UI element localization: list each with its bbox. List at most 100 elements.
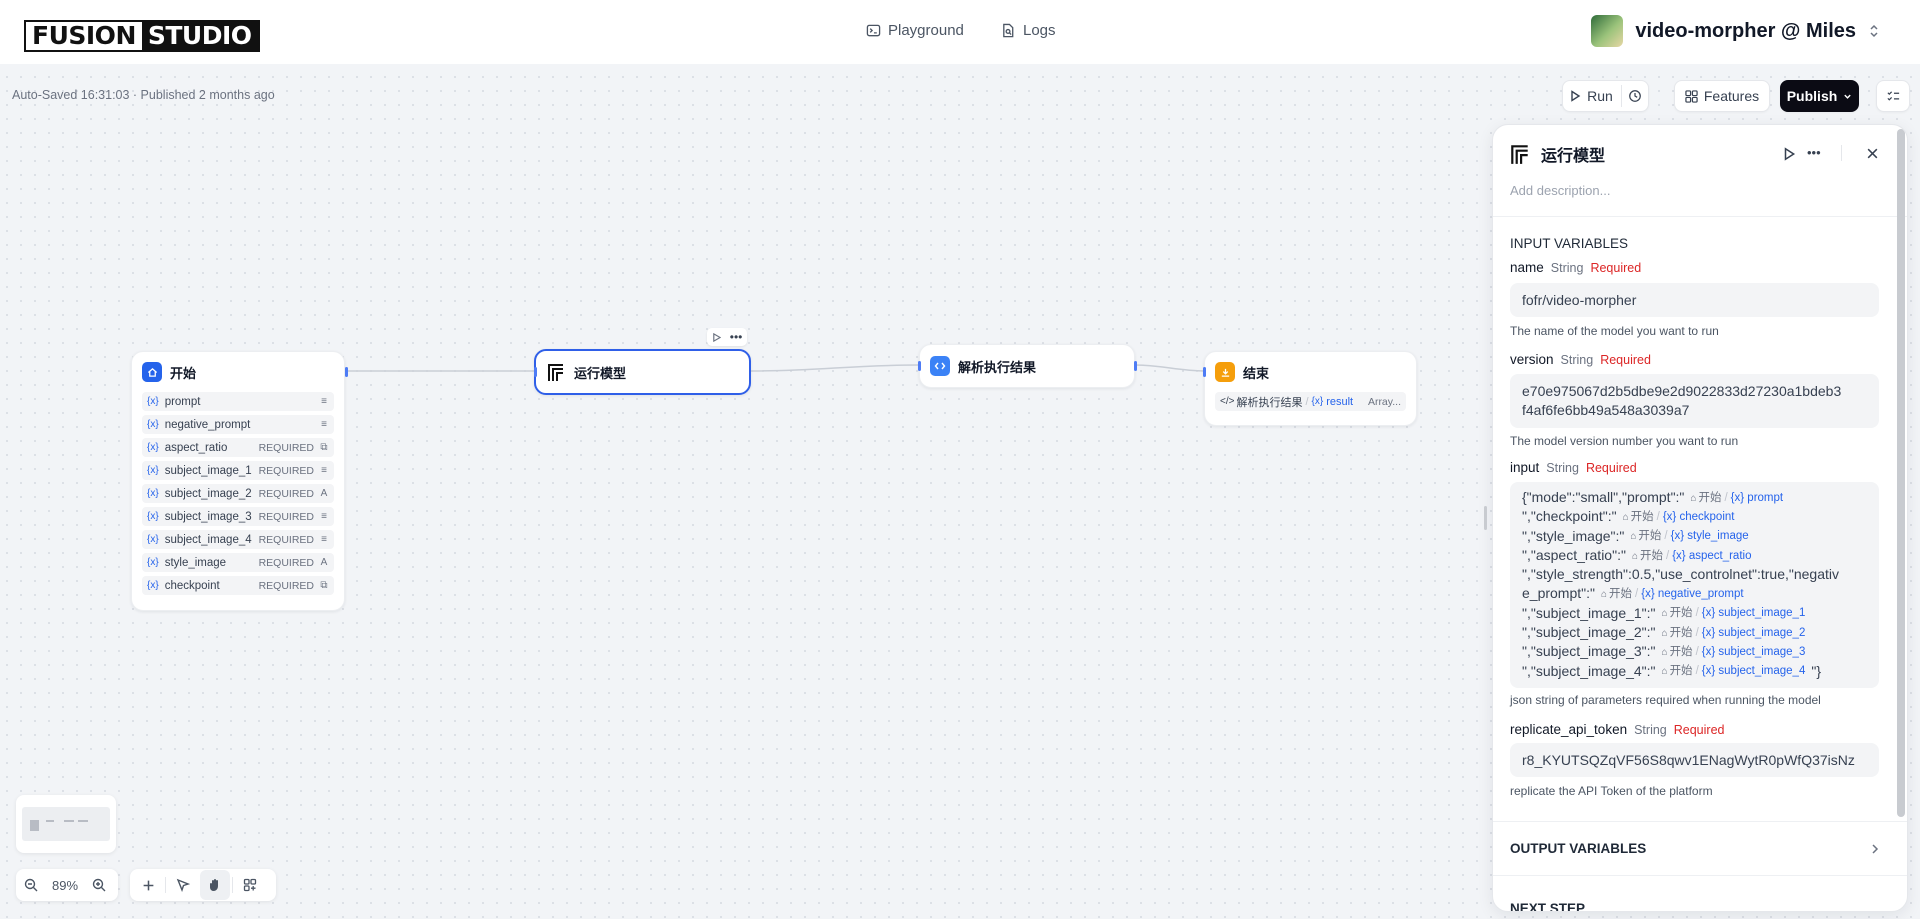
variable-icon: {x} (147, 511, 159, 522)
start-variable-row: {x} subject_image_4 REQUIRED ≡ (142, 530, 334, 549)
type-icon: ≡ (321, 465, 327, 476)
json-line: ","subject_image_4":" ⌂ 开始 / {x} subject_ima… (1522, 662, 1867, 681)
run-node-icon[interactable] (1782, 147, 1796, 161)
variable-tag[interactable]: ⌂ 开始 / {x} subject_image_1 (1662, 604, 1806, 623)
replicate-logo-icon (548, 364, 563, 381)
field-input-editor[interactable]: {"mode":"small","prompt":" ⌂ 开始 / {x} prompt… (1510, 482, 1879, 688)
variable-icon: {x} (147, 580, 159, 591)
field-version-description: The model version number you want to run (1510, 434, 1739, 448)
variable-tag[interactable]: ⌂ 开始 / {x} subject_image_3 (1662, 643, 1806, 662)
play-icon[interactable] (712, 332, 721, 342)
variable-icon: {x} (147, 419, 159, 430)
minimap-node (46, 820, 54, 822)
start-variable-row: {x} negative_prompt ≡ (142, 415, 334, 434)
json-line: ","subject_image_2":" ⌂ 开始 / {x} subject_ima… (1522, 623, 1867, 642)
divider (232, 877, 233, 893)
type-icon: A (320, 557, 328, 568)
input-variables-header: INPUT VARIABLES (1510, 236, 1629, 251)
zoom-level[interactable]: 89% (46, 878, 84, 893)
edge-run-parse (750, 364, 920, 372)
variable-tag[interactable]: ⌂ 开始 / {x} subject_image_2 (1662, 624, 1806, 643)
variable-tag[interactable]: ⌂ 开始 / {x} checkpoint (1623, 508, 1735, 527)
field-version-input[interactable]: e70e975067d2b5dbe9e2d9022833d27230a1bdeb… (1510, 374, 1879, 428)
node-start-header: 开始 (132, 352, 344, 392)
next-step-section: NEXT STEP (1510, 901, 1586, 912)
node-run-mini-toolbar: ••• (707, 328, 747, 346)
minimap-node (78, 820, 88, 822)
variable-tag[interactable]: ⌂ 开始 / {x} negative_prompt (1601, 585, 1744, 604)
field-name-description: The name of the model you want to run (1510, 324, 1719, 338)
zoom-in-button[interactable] (84, 870, 114, 900)
zoom-out-icon (24, 878, 38, 892)
canvas-tools (130, 869, 276, 901)
node-run-model[interactable]: 运行模型 (534, 349, 751, 395)
json-line: ","checkpoint":" ⌂ 开始 / {x} checkpoint (1522, 507, 1867, 526)
parse-in-port[interactable] (918, 361, 921, 371)
variable-icon: {x} (147, 465, 159, 476)
type-icon: ≡ (321, 534, 327, 545)
type-icon: ⧉ (320, 442, 328, 453)
type-icon: ≡ (321, 396, 327, 407)
run-in-port[interactable] (534, 367, 537, 377)
variable-tag[interactable]: ⌂ 开始 / {x} style_image (1630, 527, 1748, 546)
pointer-tool-button[interactable] (168, 870, 198, 900)
more-icon[interactable]: ••• (730, 331, 743, 343)
home-icon: ⌂ (1600, 589, 1608, 601)
variable-icon: {x} (147, 557, 159, 568)
minimap[interactable] (16, 795, 116, 853)
pointer-icon (176, 878, 190, 892)
panel-scrollbar[interactable] (1897, 129, 1905, 817)
end-in-port[interactable] (1203, 367, 1206, 377)
json-line: ","subject_image_3":" ⌂ 开始 / {x} subject_ima… (1522, 642, 1867, 661)
zoom-out-button[interactable] (16, 870, 46, 900)
plus-icon (143, 880, 153, 890)
hand-icon (210, 879, 218, 891)
close-icon[interactable] (1866, 147, 1879, 160)
home-icon: ⌂ (1661, 647, 1668, 659)
home-icon: ⌂ (1661, 608, 1668, 620)
divider (1493, 216, 1907, 217)
description-input[interactable]: Add description... (1510, 183, 1610, 198)
variable-tag[interactable]: ⌂ 开始 / {x} prompt (1690, 489, 1783, 508)
parse-out-port[interactable] (1134, 361, 1137, 371)
field-input-label-row: input String Required (1510, 460, 1637, 475)
start-variable-row: {x} subject_image_1 REQUIRED ≡ (142, 461, 334, 480)
home-icon: ⌂ (1630, 531, 1637, 543)
home-icon: ⌂ (1661, 666, 1668, 678)
home-icon: ⌂ (1622, 511, 1629, 523)
finish-flag-icon (1215, 362, 1235, 382)
output-variables-section[interactable]: OUTPUT VARIABLES (1510, 841, 1880, 856)
home-icon (142, 362, 162, 382)
edge-parse-end (1134, 364, 1205, 372)
json-line: ","subject_image_1":" ⌂ 开始 / {x} subject_ima… (1522, 604, 1867, 623)
start-variable-row: {x} aspect_ratio REQUIRED ⧉ (142, 438, 334, 457)
add-node-button[interactable] (133, 870, 163, 900)
variable-icon: {x} (147, 488, 159, 499)
layout-icon (243, 878, 257, 892)
start-variable-row: {x} prompt ≡ (142, 392, 334, 411)
start-out-port[interactable] (345, 367, 348, 377)
variable-tag[interactable]: ⌂ 开始 / {x} subject_image_4 (1662, 662, 1806, 681)
end-output-row: </> 解析执行结果 / {x} result Array... (1215, 392, 1406, 411)
code-icon (930, 356, 950, 376)
variable-icon: {x} (147, 396, 159, 407)
field-name-input[interactable]: fofr/video-morpher (1510, 283, 1879, 317)
hand-tool-button[interactable] (200, 870, 230, 900)
start-variable-row: {x} subject_image_2 REQUIRED A (142, 484, 334, 503)
variable-tag[interactable]: ⌂ 开始 / {x} aspect_ratio (1632, 547, 1752, 566)
more-icon[interactable]: ••• (1807, 145, 1821, 160)
node-end[interactable]: 结束 </> 解析执行结果 / {x} result Array... (1203, 351, 1417, 426)
panel-resize-handle[interactable] (1484, 506, 1487, 530)
field-token-description: replicate the API Token of the platform (1510, 784, 1713, 798)
start-variable-row: {x} style_image REQUIRED A (142, 553, 334, 572)
type-icon: ≡ (321, 511, 327, 522)
minimap-node (64, 820, 74, 822)
field-token-input[interactable]: r8_KYUTSQZqVF56S8qwv1ENagWytR0pWfQ37isNz (1510, 743, 1879, 777)
variable-icon: {x} (147, 534, 159, 545)
node-parse-result[interactable]: 解析执行结果 (918, 344, 1137, 388)
organize-button[interactable] (235, 870, 265, 900)
json-line: ","style_image":" ⌂ 开始 / {x} style_image (1522, 527, 1867, 546)
json-line: {"mode":"small","prompt":" ⌂ 开始 / {x} prompt (1522, 488, 1867, 507)
field-name-label-row: name String Required (1510, 260, 1642, 275)
node-start[interactable]: 开始 {x} prompt ≡ {x} negative_prompt ≡ {x} aspec… (131, 351, 348, 611)
